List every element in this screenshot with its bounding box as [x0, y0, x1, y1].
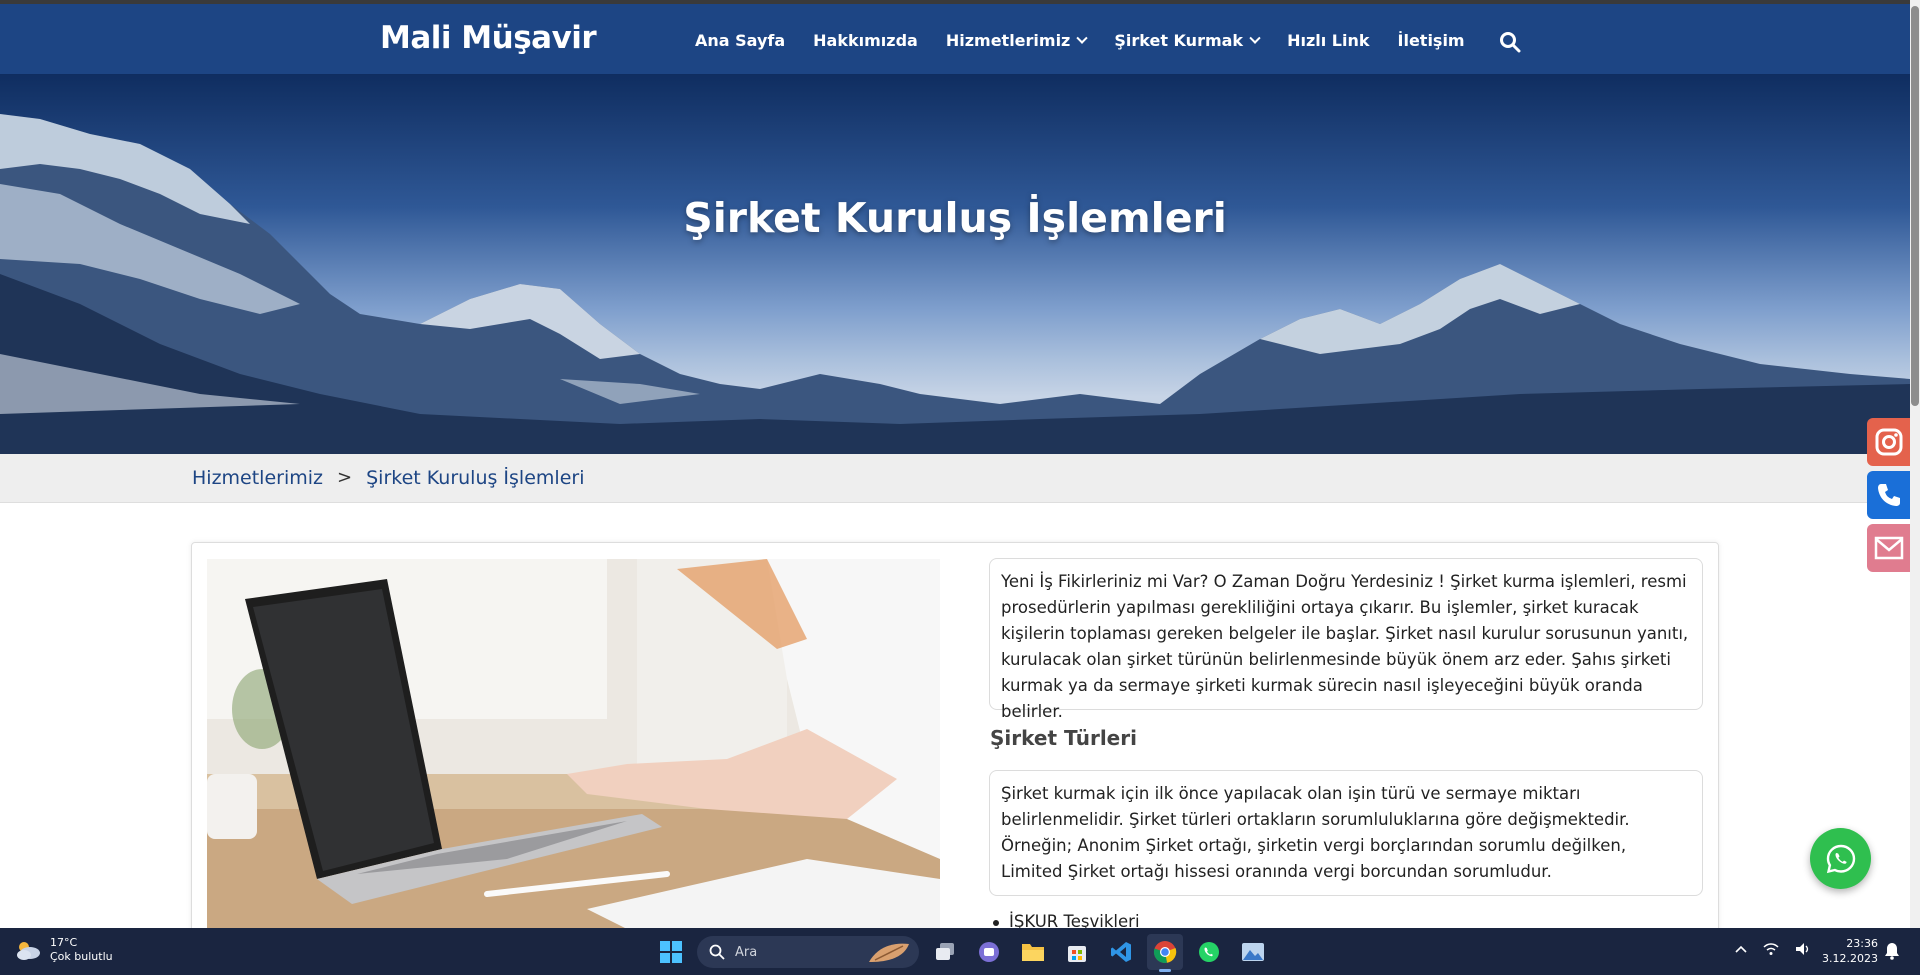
photos-button[interactable] — [1235, 934, 1271, 970]
page-title: Şirket Kuruluş İşlemleri — [683, 194, 1227, 242]
breadcrumb: Hizmetlerimiz > Şirket Kuruluş İşlemleri — [192, 467, 584, 489]
nav-item-iletisim[interactable]: İletişim — [1398, 31, 1465, 50]
teams-icon — [979, 942, 999, 962]
task-view-button[interactable] — [927, 934, 963, 970]
whatsapp-button[interactable] — [1810, 828, 1871, 889]
photos-icon — [1242, 943, 1264, 961]
chrome-button[interactable] — [1147, 934, 1183, 972]
top-navbar: Mali Müşavir Ana Sayfa Hakkımızda Hizmet… — [0, 0, 1920, 74]
nav-item-sirket-kurmak[interactable]: Şirket Kurmak — [1114, 31, 1261, 50]
os-taskbar: 17°C Çok bulutlu Ara 23:36 3.12.2023 — [0, 928, 1920, 975]
weather-desc: Çok bulutlu — [50, 950, 113, 963]
breadcrumb-separator: > — [337, 467, 353, 488]
file-explorer-button[interactable] — [1015, 934, 1051, 970]
notification-bell-icon[interactable] — [1884, 942, 1900, 960]
mail-button[interactable] — [1867, 524, 1910, 572]
nav-item-hizmetlerimiz[interactable]: Hizmetlerimiz — [945, 31, 1089, 50]
chevron-down-icon — [1076, 32, 1089, 44]
chevron-down-icon — [1249, 32, 1261, 44]
taskbar-apps: Ara — [653, 934, 1271, 972]
search-icon — [709, 944, 725, 960]
phone-icon — [1877, 484, 1900, 506]
laptop-photo — [207, 559, 940, 929]
search-highlight-icon — [869, 943, 909, 962]
vscode-icon — [1111, 942, 1131, 962]
chevron-up-icon[interactable] — [1735, 945, 1747, 953]
nav-label: Ana Sayfa — [695, 31, 786, 50]
nav-label: Hizmetlerimiz — [945, 31, 1071, 50]
nav-label: Şirket Kurmak — [1114, 31, 1244, 50]
nav-item-ana-sayfa[interactable]: Ana Sayfa — [695, 31, 785, 50]
search-icon[interactable] — [1499, 31, 1521, 53]
cloudy-weather-icon — [17, 942, 40, 960]
taskbar-search-placeholder: Ara — [735, 944, 758, 960]
nav-item-hizli-link[interactable]: Hızlı Link — [1287, 31, 1369, 50]
section-heading-sirket-turleri: Şirket Türleri — [990, 726, 1137, 750]
start-icon — [660, 941, 682, 963]
weather-temp: 17°C — [50, 936, 78, 949]
chrome-icon — [1153, 941, 1177, 963]
breadcrumb-bar: Hizmetlerimiz > Şirket Kuruluş İşlemleri — [0, 454, 1910, 503]
nav-label: Hızlı Link — [1287, 31, 1370, 50]
phone-button[interactable] — [1867, 471, 1910, 519]
whatsapp-app-button[interactable] — [1191, 934, 1227, 970]
file-explorer-icon — [1022, 944, 1044, 961]
site-logo[interactable]: Mali Müşavir — [380, 20, 597, 56]
clock-date: 3.12.2023 — [1822, 952, 1878, 965]
task-view-icon — [936, 943, 954, 960]
whatsapp-icon — [1826, 844, 1855, 873]
main-nav: Ana Sayfa Hakkımızda Hizmetlerimiz Şirke… — [695, 31, 1465, 50]
store-icon — [1068, 946, 1086, 962]
whatsapp-icon — [1199, 942, 1219, 962]
intro-textbox: Yeni İş Fikirleriniz mi Var? O Zaman Doğ… — [989, 558, 1703, 721]
instagram-icon — [1875, 428, 1902, 456]
nav-label: Hakkımızda — [813, 31, 918, 50]
mountain-landscape-image — [0, 114, 1910, 454]
wifi-icon[interactable] — [1763, 942, 1779, 956]
taskbar-search[interactable]: Ara — [697, 936, 919, 968]
clock-time: 23:36 — [1846, 937, 1878, 950]
nav-item-hakkimizda[interactable]: Hakkımızda — [813, 31, 918, 50]
volume-icon[interactable] — [1795, 942, 1811, 956]
page-scrollbar-thumb[interactable] — [1911, 6, 1919, 406]
sirket-turleri-textbox: Şirket kurmak için ilk önce yapılacak ol… — [989, 770, 1703, 896]
system-clock[interactable]: 23:36 3.12.2023 — [1822, 936, 1878, 966]
vscode-button[interactable] — [1103, 934, 1139, 970]
nav-label: İletişim — [1397, 31, 1465, 50]
system-tray — [1735, 942, 1811, 956]
store-button[interactable] — [1059, 934, 1095, 970]
laptop-image — [207, 559, 940, 929]
start-button[interactable] — [653, 934, 689, 970]
teams-button[interactable] — [971, 934, 1007, 970]
weather-widget[interactable]: 17°C Çok bulutlu — [14, 936, 113, 964]
mail-icon — [1874, 536, 1903, 560]
breadcrumb-link-hizmetlerimiz[interactable]: Hizmetlerimiz — [192, 467, 323, 489]
breadcrumb-current[interactable]: Şirket Kuruluş İşlemleri — [366, 467, 584, 489]
instagram-button[interactable] — [1867, 418, 1910, 466]
hero-banner: Şirket Kuruluş İşlemleri — [0, 74, 1910, 454]
